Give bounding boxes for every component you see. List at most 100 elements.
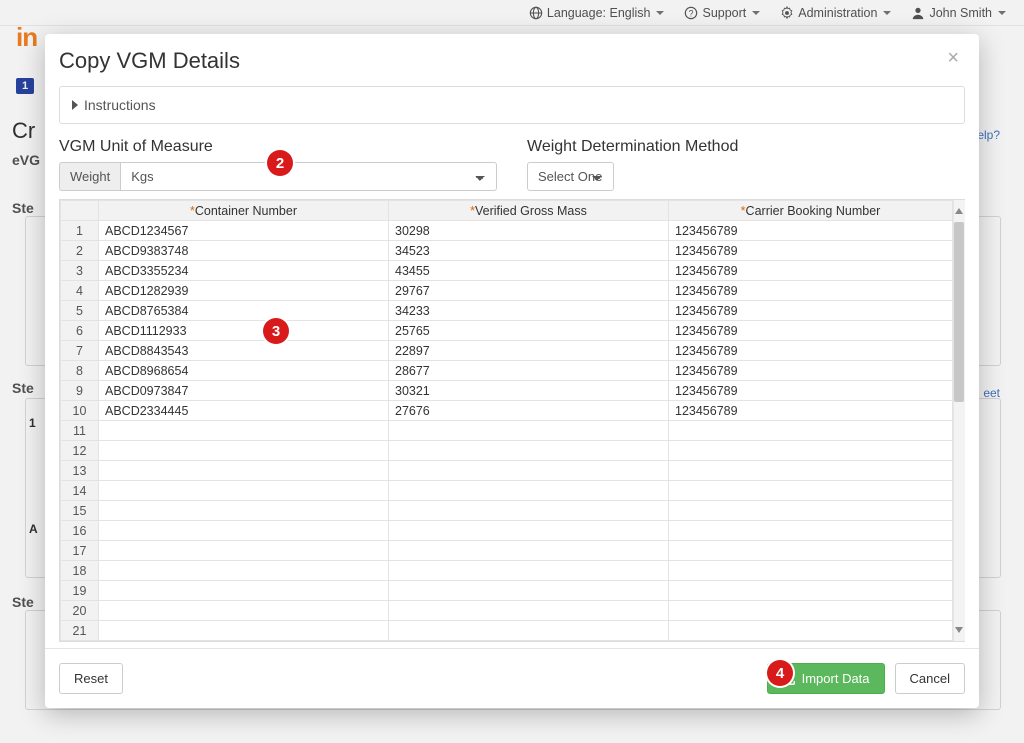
cell-vgm[interactable]: 30298	[389, 221, 669, 241]
close-icon[interactable]: ×	[947, 48, 959, 68]
table-row[interactable]: 19	[61, 581, 953, 601]
cell-vgm[interactable]: 43455	[389, 261, 669, 281]
cell-booking[interactable]: 123456789	[669, 361, 953, 381]
cell-vgm[interactable]: 25765	[389, 321, 669, 341]
cell-container[interactable]	[99, 501, 389, 521]
table-row[interactable]: 1ABCD123456730298123456789	[61, 221, 953, 241]
cell-booking[interactable]	[669, 421, 953, 441]
cell-container[interactable]	[99, 481, 389, 501]
table-row[interactable]: 11	[61, 421, 953, 441]
scroll-up-icon[interactable]	[955, 206, 963, 214]
cell-booking[interactable]: 123456789	[669, 341, 953, 361]
cell-vgm[interactable]: 29767	[389, 281, 669, 301]
method-select[interactable]: Select One	[527, 162, 614, 191]
table-row[interactable]: 16	[61, 521, 953, 541]
table-row[interactable]: 3ABCD335523443455123456789	[61, 261, 953, 281]
table-row[interactable]: 8ABCD896865428677123456789	[61, 361, 953, 381]
cell-vgm[interactable]	[389, 621, 669, 641]
cell-vgm[interactable]: 34523	[389, 241, 669, 261]
cell-container[interactable]: ABCD1234567	[99, 221, 389, 241]
cancel-button[interactable]: Cancel	[895, 663, 965, 694]
cell-vgm[interactable]	[389, 521, 669, 541]
cell-container[interactable]: ABCD1282939	[99, 281, 389, 301]
table-row[interactable]: 12	[61, 441, 953, 461]
table-row[interactable]: 4ABCD128293929767123456789	[61, 281, 953, 301]
cell-booking[interactable]	[669, 601, 953, 621]
cell-container[interactable]: ABCD9383748	[99, 241, 389, 261]
cell-vgm[interactable]	[389, 441, 669, 461]
cell-booking[interactable]	[669, 441, 953, 461]
cell-booking[interactable]	[669, 481, 953, 501]
cell-container[interactable]	[99, 421, 389, 441]
cell-container[interactable]	[99, 581, 389, 601]
cell-rownum: 8	[61, 361, 99, 381]
cell-container[interactable]	[99, 601, 389, 621]
cell-booking[interactable]: 123456789	[669, 381, 953, 401]
cell-vgm[interactable]: 28677	[389, 361, 669, 381]
cell-vgm[interactable]: 34233	[389, 301, 669, 321]
cell-container[interactable]: ABCD8968654	[99, 361, 389, 381]
cell-vgm[interactable]	[389, 501, 669, 521]
cell-container[interactable]	[99, 461, 389, 481]
cell-booking[interactable]	[669, 541, 953, 561]
cell-vgm[interactable]: 27676	[389, 401, 669, 421]
cell-booking[interactable]: 123456789	[669, 401, 953, 421]
vgm-table[interactable]: *Container Number *Verified Gross Mass *…	[60, 200, 953, 641]
table-row[interactable]: 20	[61, 601, 953, 621]
cell-vgm[interactable]	[389, 421, 669, 441]
cell-booking[interactable]: 123456789	[669, 281, 953, 301]
table-row[interactable]: 2ABCD938374834523123456789	[61, 241, 953, 261]
scroll-down-icon[interactable]	[955, 627, 963, 635]
cell-container[interactable]	[99, 441, 389, 461]
table-row[interactable]: 6ABCD111293325765123456789	[61, 321, 953, 341]
cell-container[interactable]: ABCD0973847	[99, 381, 389, 401]
cell-vgm[interactable]	[389, 601, 669, 621]
table-row[interactable]: 17	[61, 541, 953, 561]
cell-booking[interactable]: 123456789	[669, 261, 953, 281]
cell-booking[interactable]	[669, 621, 953, 641]
cell-vgm[interactable]	[389, 561, 669, 581]
cell-vgm[interactable]	[389, 481, 669, 501]
table-row[interactable]: 7ABCD884354322897123456789	[61, 341, 953, 361]
cell-container[interactable]: ABCD3355234	[99, 261, 389, 281]
callout-3: 3	[263, 318, 289, 344]
cell-booking[interactable]: 123456789	[669, 241, 953, 261]
table-row[interactable]: 10ABCD233444527676123456789	[61, 401, 953, 421]
scrollbar[interactable]	[953, 200, 965, 641]
cell-container[interactable]	[99, 561, 389, 581]
table-row[interactable]: 21	[61, 621, 953, 641]
cell-booking[interactable]	[669, 501, 953, 521]
cell-booking[interactable]	[669, 581, 953, 601]
cell-booking[interactable]: 123456789	[669, 301, 953, 321]
cell-container[interactable]: ABCD8765384	[99, 301, 389, 321]
cell-container[interactable]	[99, 521, 389, 541]
cell-container[interactable]	[99, 621, 389, 641]
scroll-thumb[interactable]	[954, 222, 964, 402]
instructions-toggle[interactable]: Instructions	[59, 86, 965, 124]
cell-booking[interactable]: 123456789	[669, 321, 953, 341]
cell-container[interactable]	[99, 541, 389, 561]
table-row[interactable]: 15	[61, 501, 953, 521]
table-row[interactable]: 9ABCD097384730321123456789	[61, 381, 953, 401]
cell-rownum: 11	[61, 421, 99, 441]
table-row[interactable]: 5ABCD876538434233123456789	[61, 301, 953, 321]
modal-footer: Reset Import Data Cancel	[45, 648, 979, 708]
reset-button[interactable]: Reset	[59, 663, 123, 694]
cell-vgm[interactable]: 22897	[389, 341, 669, 361]
table-row[interactable]: 18	[61, 561, 953, 581]
cell-container[interactable]: ABCD1112933	[99, 321, 389, 341]
cell-vgm[interactable]	[389, 581, 669, 601]
cell-container[interactable]: ABCD2334445	[99, 401, 389, 421]
cell-vgm[interactable]	[389, 461, 669, 481]
cell-booking[interactable]	[669, 461, 953, 481]
table-row[interactable]: 14	[61, 481, 953, 501]
cell-booking[interactable]	[669, 521, 953, 541]
cell-rownum: 1	[61, 221, 99, 241]
cell-booking[interactable]	[669, 561, 953, 581]
uom-select[interactable]: Kgs	[120, 162, 497, 191]
cell-vgm[interactable]: 30321	[389, 381, 669, 401]
table-row[interactable]: 13	[61, 461, 953, 481]
cell-booking[interactable]: 123456789	[669, 221, 953, 241]
cell-vgm[interactable]	[389, 541, 669, 561]
cell-container[interactable]: ABCD8843543	[99, 341, 389, 361]
